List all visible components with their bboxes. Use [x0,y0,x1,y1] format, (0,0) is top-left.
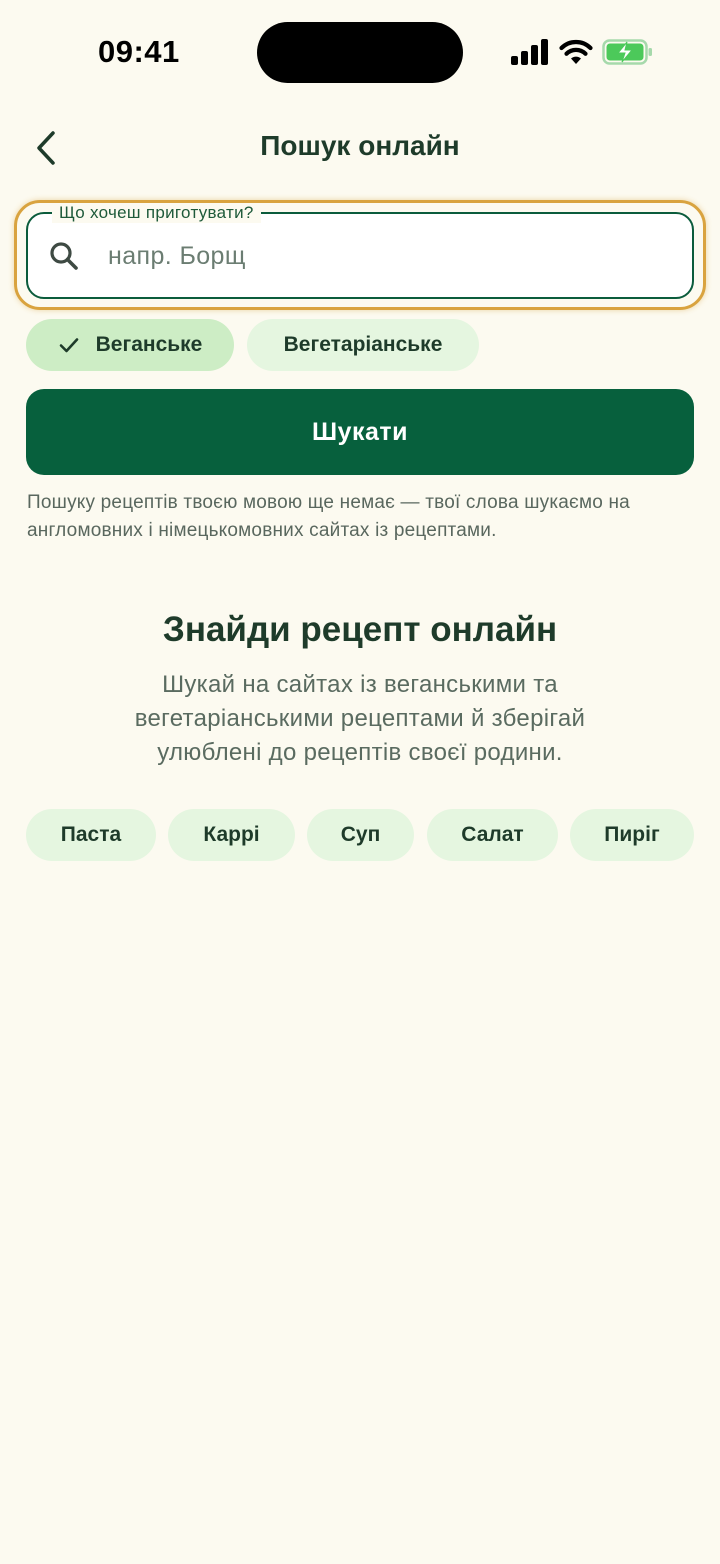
page-title: Пошук онлайн [260,130,460,161]
search-icon [50,242,78,270]
language-hint-text: Пошуку рецептів твоєю мовою ще немає — т… [27,492,630,541]
empty-state-title: Знайди рецепт онлайн [162,610,558,649]
cellular-signal-icon [511,39,548,65]
status-time: 09:41 [98,34,180,69]
suggestion-chip-pasta[interactable]: Паста [26,809,156,861]
wifi-icon [559,39,593,64]
screen: 09:41 Пошук онлайн Що хочеш приготувати? [0,0,720,1564]
search-input[interactable] [108,232,668,280]
suggestion-chip-soup[interactable]: Суп [307,809,414,861]
filter-chip-label: Веганське [95,333,203,356]
suggestion-chip-salad[interactable]: Салат [427,809,558,861]
dynamic-island [257,22,463,83]
search-field-label: Що хочеш приготувати? [52,203,261,223]
filter-chip-vegetarian[interactable]: Вегетаріанське [247,319,479,371]
empty-state-description: Шукай на сайтах із веганськими та вегета… [134,671,586,766]
check-icon [59,338,78,353]
search-button[interactable]: Шукати [26,389,694,475]
filter-chip-label: Вегетаріанське [283,333,443,356]
filter-chip-vegan[interactable]: Веганське [26,319,234,371]
battery-charging-icon [602,39,652,65]
suggestion-chip-curry[interactable]: Каррі [168,809,295,861]
suggestion-chip-pie[interactable]: Пиріг [570,809,694,861]
